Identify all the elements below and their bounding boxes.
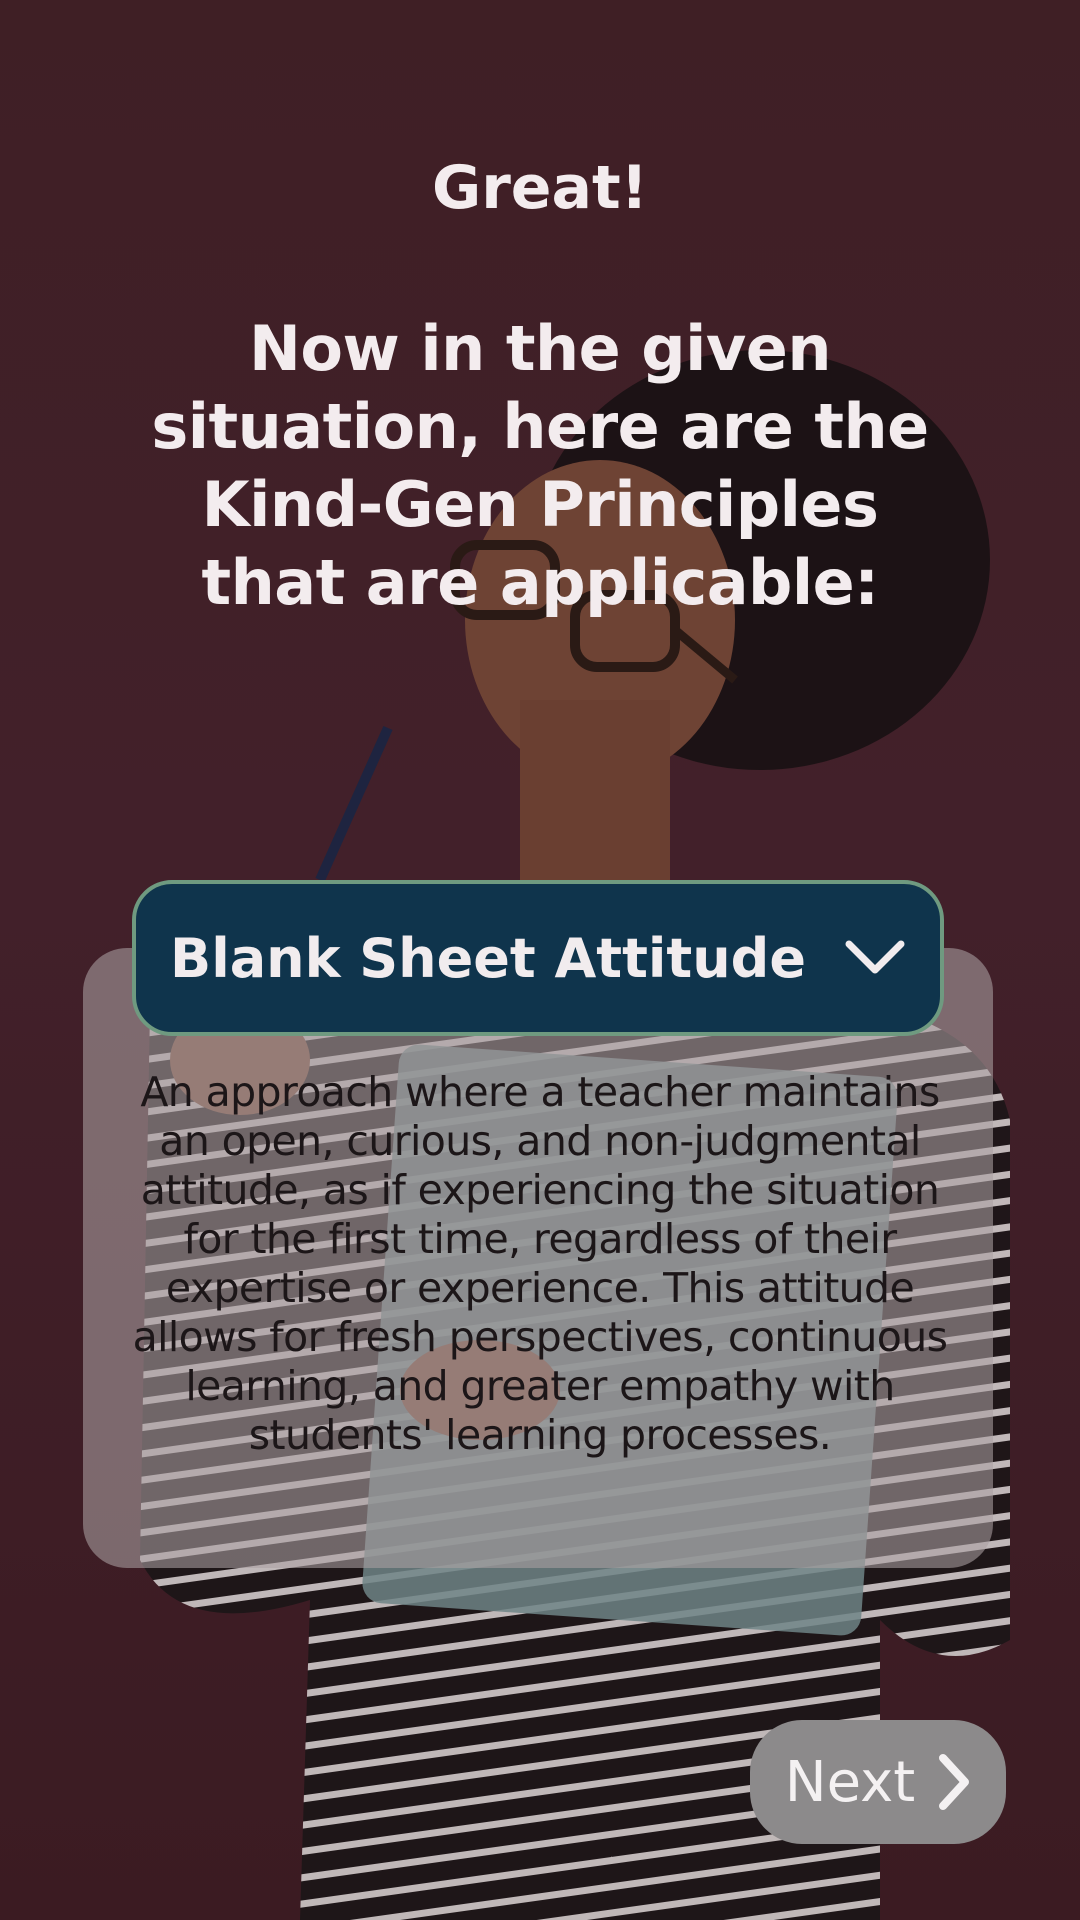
- principle-dropdown[interactable]: Blank Sheet Attitude: [132, 880, 944, 1036]
- chevron-down-icon: [845, 940, 905, 974]
- next-button-label: Next: [784, 1749, 916, 1815]
- principle-dropdown-label: Blank Sheet Attitude: [170, 926, 806, 990]
- next-button[interactable]: Next: [750, 1720, 1006, 1844]
- screen: Great! Now in the given situation, here …: [0, 0, 1080, 1920]
- greeting-heading: Great!: [431, 153, 649, 223]
- prompt-heading: Now in the given situation, here are the…: [151, 312, 929, 619]
- chevron-right-icon: [939, 1754, 970, 1810]
- principle-description: An approach where a teacher maintains an…: [132, 1068, 948, 1459]
